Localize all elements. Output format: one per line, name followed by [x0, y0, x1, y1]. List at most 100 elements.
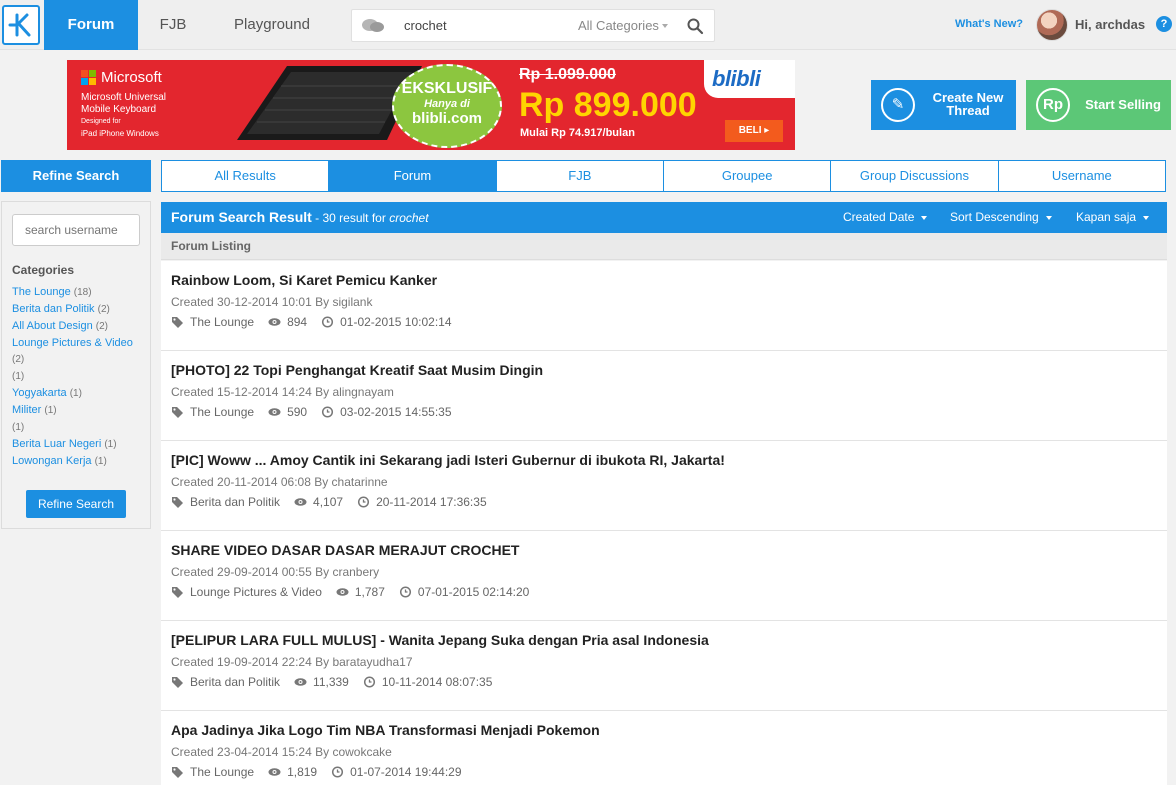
exclusive-store: blibli.com — [411, 110, 482, 127]
pencil-icon: ✎ — [881, 88, 915, 122]
category-link[interactable]: Yogyakarta — [12, 387, 67, 399]
category-link[interactable]: All About Design — [12, 320, 93, 332]
thread-category[interactable]: The Lounge — [190, 765, 254, 779]
thread-title-link[interactable]: [PIC] Woww ... Amoy Cantik ini Sekarang … — [171, 452, 725, 468]
thread-category[interactable]: Berita dan Politik — [190, 495, 280, 509]
thread-last-post: 07-01-2015 02:14:20 — [417, 585, 530, 599]
category-count: (2) — [97, 304, 110, 315]
thread-created: Created 20-11-2014 06:08 By chatarinne — [171, 475, 388, 489]
category-link[interactable]: Berita dan Politik — [12, 303, 95, 315]
ad-designed-for: Designed for — [81, 118, 121, 125]
categories-title: Categories — [12, 263, 75, 277]
sort-date-dropdown[interactable]: Created Date — [843, 210, 928, 224]
ad-banner[interactable]: Microsoft Microsoft Universal Mobile Key… — [67, 60, 795, 150]
search-bar: All Categories — [351, 9, 715, 42]
help-icon[interactable]: ? — [1156, 16, 1172, 32]
exclusive-only-at: Hanya di — [424, 98, 470, 110]
rupiah-icon: Rp — [1036, 88, 1070, 122]
avatar[interactable] — [1036, 9, 1068, 41]
thread-category[interactable]: The Lounge — [190, 405, 254, 419]
clock-icon — [321, 406, 334, 418]
thread-title-link[interactable]: Apa Jadinya Jika Logo Tim NBA Transforma… — [171, 722, 600, 738]
tag-icon — [171, 496, 184, 508]
category-count: (2) — [12, 354, 25, 365]
thread-info: The Lounge 1,819 01-07-2014 19:44:29 — [171, 765, 476, 779]
thread-category[interactable]: Berita dan Politik — [190, 675, 280, 689]
username-search-input[interactable] — [12, 214, 140, 246]
kaskus-logo[interactable] — [2, 5, 40, 45]
results-title: Forum Search Result — [171, 209, 312, 225]
thread-title-link[interactable]: [PELIPUR LARA FULL MULUS] - Wanita Jepan… — [171, 632, 709, 648]
category-item: Yogyakarta (1) — [12, 385, 147, 402]
thread-title-link[interactable]: [PHOTO] 22 Topi Penghangat Kreatif Saat … — [171, 362, 543, 378]
thread-last-post: 03-02-2015 14:55:35 — [340, 405, 452, 419]
category-count: (1) — [69, 388, 82, 399]
category-link[interactable]: Lowongan Kerja — [12, 455, 92, 467]
tab-group-discussions[interactable]: Group Discussions — [831, 161, 999, 191]
thread-title-link[interactable]: Rainbow Loom, Si Karet Pemicu Kanker — [171, 272, 437, 288]
eye-icon — [268, 766, 281, 778]
create-thread-button[interactable]: ✎ Create New Thread — [871, 80, 1016, 130]
eye-icon — [294, 676, 307, 688]
whats-new-link[interactable]: What's New? — [955, 18, 1023, 30]
time-filter-dropdown[interactable]: Kapan saja — [1076, 210, 1150, 224]
thread-info: The Lounge 894 01-02-2015 10:02:14 — [171, 315, 466, 329]
exclusive-badge: EKSKLUSIF Hanya di blibli.com — [392, 64, 502, 148]
thread-created: Created 30-12-2014 10:01 By sigilank — [171, 295, 373, 309]
tab-forum[interactable]: Forum — [329, 161, 497, 191]
start-selling-button[interactable]: Rp Start Selling — [1026, 80, 1171, 130]
start-selling-label: Start Selling — [1085, 97, 1161, 112]
user-greeting[interactable]: Hi, archdas — [1075, 17, 1145, 32]
clock-icon — [357, 496, 370, 508]
category-count: (1) — [12, 371, 25, 382]
category-item: All About Design (2) — [12, 318, 147, 335]
nav-tab-forum[interactable]: Forum — [44, 0, 138, 50]
thread-views: 11,339 — [313, 675, 349, 689]
category-link[interactable]: Lounge Pictures & Video — [12, 337, 133, 349]
thread-category[interactable]: Lounge Pictures & Video — [190, 585, 322, 599]
tab-username[interactable]: Username — [999, 161, 1165, 191]
category-link[interactable]: Militer — [12, 404, 41, 416]
blibli-logo-text: blibli — [712, 66, 761, 91]
search-icon[interactable] — [686, 17, 704, 35]
thread-info: The Lounge 590 03-02-2015 14:55:35 — [171, 405, 466, 419]
thread-category[interactable]: The Lounge — [190, 315, 254, 329]
buy-label: BELI — [738, 125, 762, 136]
category-link[interactable]: The Lounge — [12, 286, 71, 298]
chat-bubble-icon — [362, 19, 384, 32]
category-link[interactable]: Berita Luar Negeri — [12, 438, 101, 450]
category-item: The Lounge (18) — [12, 284, 147, 301]
old-price: Rp 1.099.000 — [519, 66, 616, 83]
buy-button[interactable]: BELI ▸ — [725, 120, 783, 142]
clock-icon — [399, 586, 412, 598]
thread-title-link[interactable]: SHARE VIDEO DASAR DASAR MERAJUT CROCHET — [171, 542, 519, 558]
thread-views: 590 — [287, 405, 308, 419]
clock-icon — [331, 766, 344, 778]
thread-created: Created 15-12-2014 14:24 By alingnayam — [171, 385, 394, 399]
refine-search-button[interactable]: Refine Search — [26, 490, 126, 518]
thread-created: Created 19-09-2014 22:24 By baratayudha1… — [171, 655, 413, 669]
chevron-down-icon[interactable] — [662, 24, 668, 28]
category-select[interactable]: All Categories — [578, 18, 659, 33]
results-title-line: Forum Search Result - 30 result for croc… — [171, 209, 429, 225]
chevron-down-icon — [1143, 215, 1150, 220]
thread-row: [PHOTO] 22 Topi Penghangat Kreatif Saat … — [161, 351, 1167, 441]
tab-groupee[interactable]: Groupee — [664, 161, 832, 191]
thread-views: 894 — [287, 315, 308, 329]
nav-tab-playground[interactable]: Playground — [220, 0, 324, 50]
results-query: crochet — [389, 211, 429, 225]
tag-icon — [171, 406, 184, 418]
category-count: (1) — [44, 405, 57, 416]
thread-row: [PELIPUR LARA FULL MULUS] - Wanita Jepan… — [161, 621, 1167, 711]
tab-all-results[interactable]: All Results — [162, 161, 330, 191]
categories-list: The Lounge (18) Berita dan Politik (2) All… — [12, 284, 147, 470]
sort-order-dropdown[interactable]: Sort Descending — [950, 210, 1052, 224]
time-filter-label: Kapan saja — [1076, 210, 1137, 224]
thread-views: 4,107 — [313, 495, 344, 509]
nav-tab-fjb[interactable]: FJB — [140, 0, 206, 50]
search-input[interactable] — [404, 18, 564, 33]
new-price: Rp 899.000 — [519, 86, 697, 124]
tab-fjb[interactable]: FJB — [497, 161, 664, 191]
thread-last-post: 10-11-2014 08:07:35 — [381, 675, 493, 689]
category-item: Berita dan Politik (2) — [12, 301, 147, 318]
